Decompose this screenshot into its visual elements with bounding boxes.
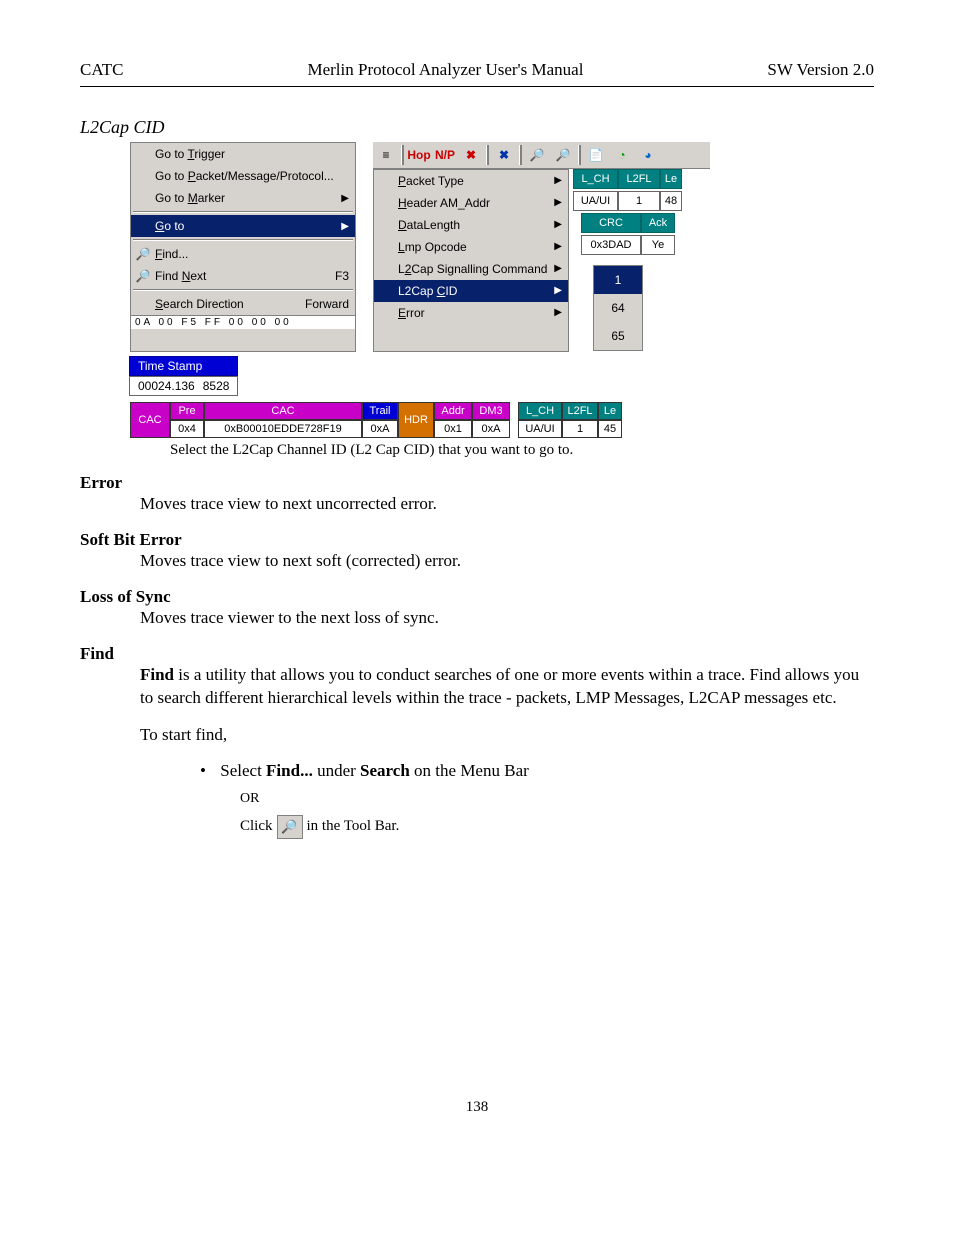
toolbar-clock-green-icon[interactable]: ◔ [611,144,633,166]
cell-48: 48 [660,191,682,211]
val-64[interactable]: 64 [594,294,642,322]
toolbar-btn-1[interactable]: ≡ [375,144,397,166]
submenu-packet-type[interactable]: Packet Type▶ [374,170,568,192]
text-loss-of-sync: Moves trace viewer to the next loss of s… [140,607,874,630]
submenu-l2cap-cid[interactable]: L2Cap CID▶ [374,280,568,302]
packet-bar: CAC Pre 0x4 CAC 0xB00010EDDE728F19 Trail… [130,402,710,438]
cell-ack: Ack [641,213,675,233]
heading-error: Error [80,473,874,493]
menu-go-to-marker[interactable]: Go to Marker▶ [131,187,355,209]
page-number: 138 [80,1099,874,1116]
toolbar: ≡ Hop N/P ✖ ✖ 🔎 🔎 📄 ◔ ◕ [373,142,710,169]
screenshot: Go to Trigger Go to Packet/Message/Proto… [130,142,874,438]
header-center: Merlin Protocol Analyzer User's Manual [307,60,583,80]
data-cells: L_CH L2FL Le UA/UI 1 48 CRC [569,169,709,352]
heading-find: Find [80,644,874,664]
submenu-datalength[interactable]: DataLength▶ [374,214,568,236]
pb-cac2-v: 0xB00010EDDE728F19 [204,420,362,438]
toolbar-findnext-icon[interactable]: 🔎 [552,144,574,166]
toolbar-clock-blue-icon[interactable]: ◕ [637,144,659,166]
section-title: L2Cap CID [80,117,874,138]
text-find-2: To start find, [140,724,874,747]
pb-lch-v: UA/UI [518,420,562,438]
pb-addr-v: 0x1 [434,420,472,438]
text-click-toolbar: Click 🔎 in the Tool Bar. [240,815,874,839]
timestamp-box: Time Stamp 00024.136 8528 [129,356,238,396]
pb-le-v: 45 [598,420,622,438]
menu-find-next[interactable]: 🔎Find NextF3 [131,265,355,287]
timestamp-val1: 00024.136 [138,379,195,393]
val-65[interactable]: 65 [594,322,642,350]
submenu-lmp-opcode[interactable]: Lmp Opcode▶ [374,236,568,258]
pb-pre-h: Pre [170,402,204,420]
toolbar-np-icon[interactable]: N/P [434,144,456,166]
toolbar-x-icon[interactable]: ✖ [460,144,482,166]
heading-soft-bit-error: Soft Bit Error [80,530,874,550]
bullet-select-find: • Select Find... under Search on the Men… [200,761,874,781]
cell-yes: Ye [641,235,675,255]
submenu-error[interactable]: Error▶ [374,302,568,324]
text-or: OR [240,791,874,807]
page-header: CATC Merlin Protocol Analyzer User's Man… [80,60,874,87]
menu-go-to[interactable]: Go to▶ [131,215,355,237]
cell-3dad: 0x3DAD [581,235,641,255]
pb-dm3-h: DM3 [472,402,510,420]
pb-dm3-v: 0xA [472,420,510,438]
pb-addr-h: Addr [434,402,472,420]
pb-cac2-h: CAC [204,402,362,420]
cell-l2fl: L2FL [618,169,660,189]
pb-trail-v: 0xA [362,420,398,438]
pb-hdr: HDR [398,402,434,438]
goto-submenu: Packet Type▶ Header AM_Addr▶ DataLength▶… [373,169,569,352]
find-next-icon: 🔎 [135,268,151,284]
cell-1: 1 [618,191,660,211]
pb-pre-v: 0x4 [170,420,204,438]
cell-le: Le [660,169,682,189]
hex-row: 0A 00 F5 FF 00 00 00 [131,315,355,329]
menu-search-direction[interactable]: Search DirectionForward [131,293,355,315]
toolbar-find-icon[interactable]: 🔎 [526,144,548,166]
pb-trail-h: Trail [362,402,398,420]
toolbar-note-icon[interactable]: 📄 [585,144,607,166]
text-error: Moves trace view to next uncorrected err… [140,493,874,516]
timestamp-val2: 8528 [203,379,230,393]
pb-l2fl-h: L2FL [562,402,598,420]
val-1[interactable]: 1 [594,266,642,294]
search-menu: Go to Trigger Go to Packet/Message/Proto… [130,142,356,352]
toolbar-hop-icon[interactable]: Hop [408,144,430,166]
menu-go-to-packet[interactable]: Go to Packet/Message/Protocol... [131,165,355,187]
caption: Select the L2Cap Channel ID (L2 Cap CID)… [170,442,874,459]
cell-lch: L_CH [573,169,618,189]
pb-lch-h: L_CH [518,402,562,420]
cell-uaui: UA/UI [573,191,618,211]
find-icon: 🔎 [135,246,151,262]
pb-cac: CAC [130,402,170,438]
find-toolbar-icon[interactable]: 🔎 [277,815,303,839]
submenu-l2cap-sig[interactable]: L2Cap Signalling Command▶ [374,258,568,280]
cell-crc: CRC [581,213,641,233]
header-left: CATC [80,60,123,80]
timestamp-label: Time Stamp [129,356,238,376]
text-soft-bit-error: Moves trace view to next soft (corrected… [140,550,874,573]
pb-l2fl-v: 1 [562,420,598,438]
submenu-header-am[interactable]: Header AM_Addr▶ [374,192,568,214]
text-find-1: Find is a utility that allows you to con… [140,664,874,710]
menu-go-to-trigger[interactable]: Go to Trigger [131,143,355,165]
menu-find[interactable]: 🔎Find... [131,243,355,265]
value-submenu: 1 64 65 [593,265,643,351]
heading-loss-of-sync: Loss of Sync [80,587,874,607]
header-right: SW Version 2.0 [767,60,874,80]
toolbar-x2-icon[interactable]: ✖ [493,144,515,166]
pb-le-h: Le [598,402,622,420]
